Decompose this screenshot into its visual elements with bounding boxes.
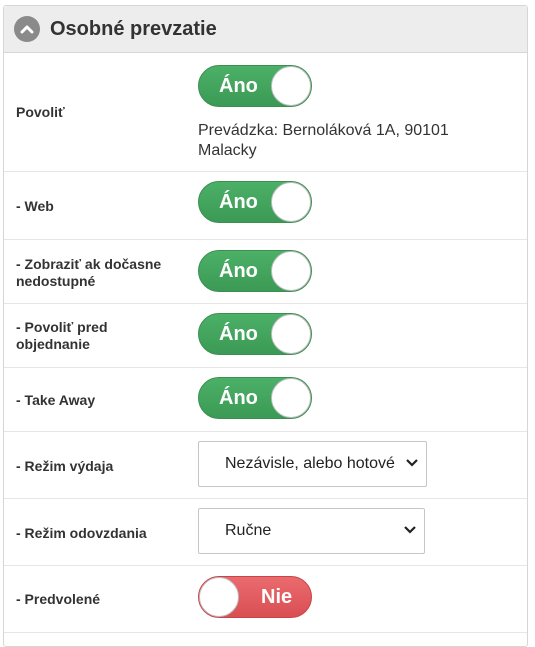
- toggle-text: Áno: [219, 387, 258, 409]
- pickup-mode-select[interactable]: Nezávisle, alebo hotové: [198, 441, 427, 487]
- default-label: - Predvolené: [16, 591, 101, 607]
- enable-toggle[interactable]: Áno: [198, 65, 312, 107]
- allow-preorder-toggle[interactable]: Áno: [198, 313, 312, 355]
- personal-pickup-panel: Osobné prevzatie Povoliť Áno Prevádzka: …: [3, 5, 528, 647]
- chevron-up-icon: [20, 25, 34, 34]
- web-label: - Web: [16, 198, 54, 214]
- enable-label: Povoliť: [16, 104, 65, 120]
- toggle-text: Áno: [219, 260, 258, 282]
- store-address: Prevádzka: Bernoláková 1A, 90101 Malacky: [198, 122, 449, 159]
- panel-title: Osobné prevzatie: [50, 17, 217, 40]
- toggle-knob: [271, 182, 311, 222]
- take-away-label: - Take Away: [16, 392, 96, 408]
- take-away-toggle[interactable]: Áno: [198, 377, 312, 419]
- toggle-knob: [271, 378, 311, 418]
- row-web: - Web Áno: [4, 172, 527, 240]
- select-value: Nezávisle, alebo hotové: [225, 455, 395, 472]
- toggle-knob: [271, 314, 311, 354]
- handover-mode-label: - Režim odovzdania: [16, 525, 147, 541]
- chevron-down-icon: [406, 459, 418, 467]
- row-enable: Povoliť Áno Prevádzka: Bernoláková 1A, 9…: [4, 53, 527, 172]
- toggle-text: Nie: [261, 586, 293, 608]
- toggle-knob: [199, 577, 239, 617]
- row-take-away: - Take Away Áno: [4, 368, 527, 432]
- row-pickup-mode: - Režim výdaja Nezávisle, alebo hotové: [4, 432, 527, 499]
- toggle-knob: [271, 251, 311, 291]
- web-toggle[interactable]: Áno: [198, 181, 312, 223]
- select-value: Ručne: [225, 522, 272, 539]
- row-show-if-unavailable: - Zobraziť ak dočasne nedostupné Áno: [4, 240, 527, 304]
- toggle-text: Áno: [219, 75, 258, 97]
- show-if-unavailable-label: - Zobraziť ak dočasne nedostupné: [16, 256, 162, 289]
- panel-header: Osobné prevzatie: [4, 6, 527, 53]
- collapse-button[interactable]: [14, 16, 40, 42]
- toggle-text: Áno: [219, 191, 258, 213]
- row-handover-mode: - Režim odovzdania Ručne: [4, 499, 527, 566]
- default-toggle[interactable]: Nie: [198, 576, 312, 618]
- chevron-down-icon: [404, 526, 416, 534]
- row-default: - Predvolené Nie: [4, 566, 527, 633]
- pickup-mode-label: - Režim výdaja: [16, 458, 114, 474]
- row-allow-preorder: - Povoliť pred objednanie Áno: [4, 304, 527, 368]
- show-if-unavailable-toggle[interactable]: Áno: [198, 250, 312, 292]
- toggle-knob: [271, 66, 311, 106]
- handover-mode-select[interactable]: Ručne: [198, 508, 425, 554]
- allow-preorder-label: - Povoliť pred objednanie: [16, 319, 108, 352]
- toggle-text: Áno: [219, 323, 258, 345]
